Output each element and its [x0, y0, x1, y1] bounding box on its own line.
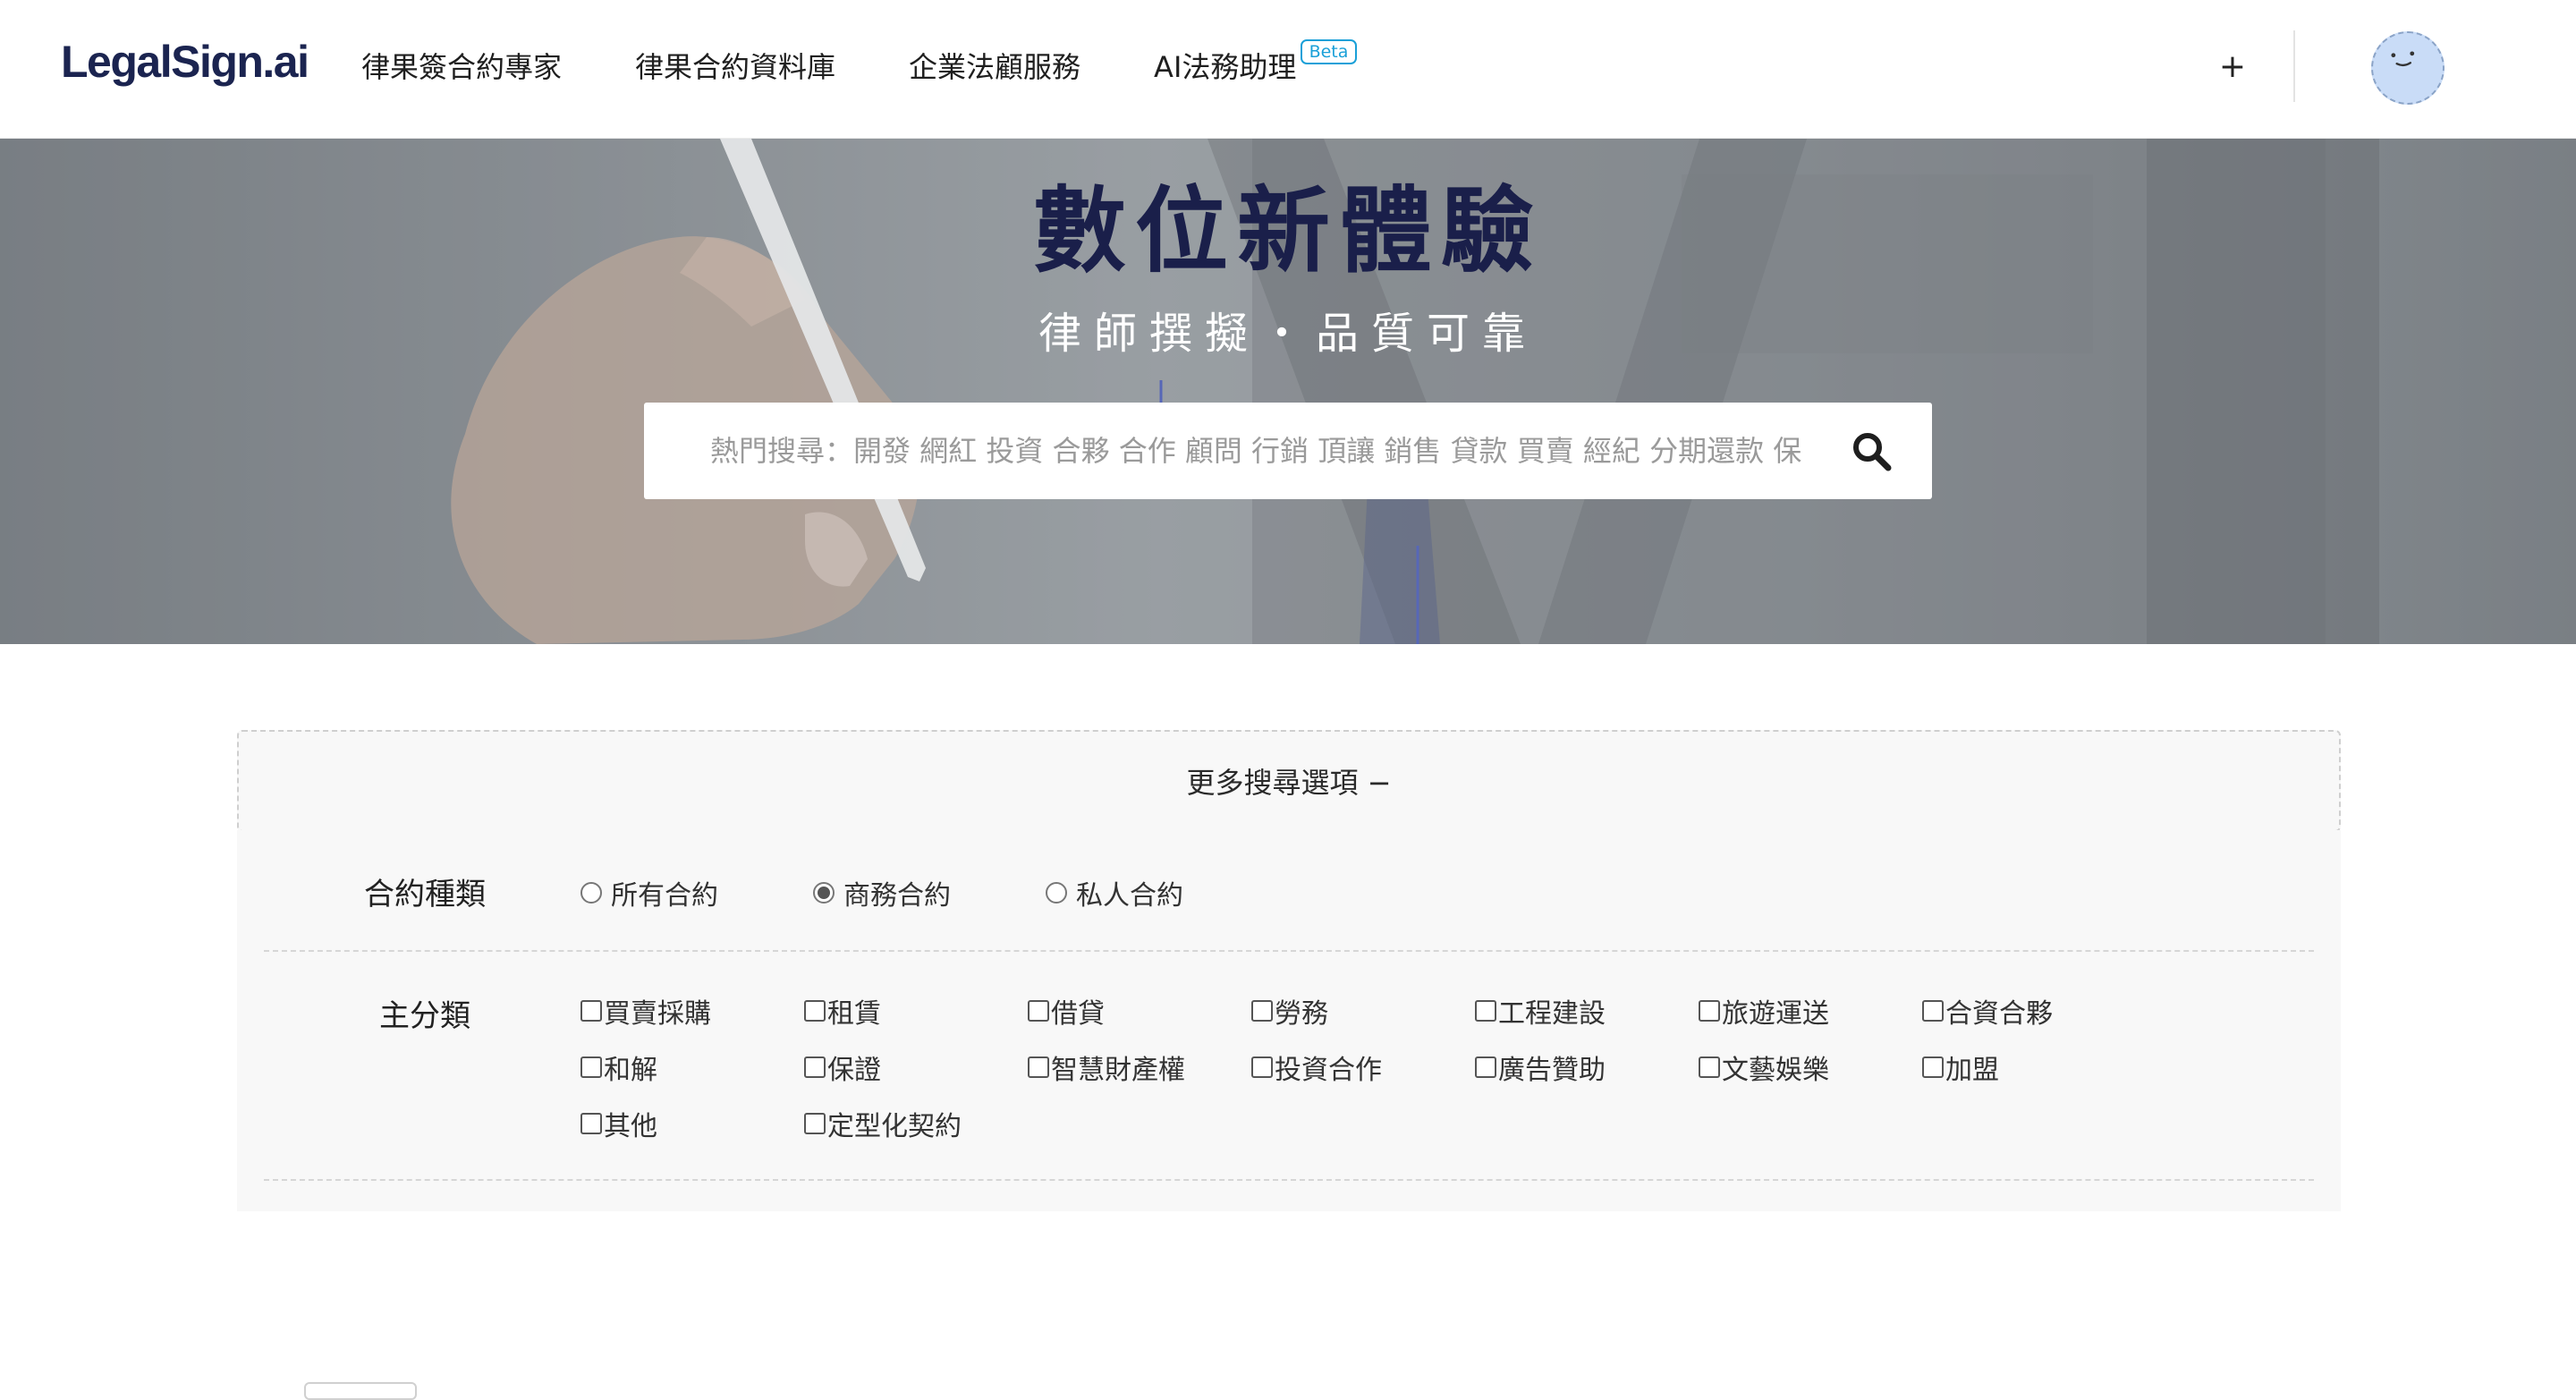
checkbox[interactable] [804, 1000, 826, 1022]
checkbox-label: 文藝娛樂 [1722, 1055, 1829, 1086]
checkbox-label: 合資合夥 [1945, 998, 2053, 1030]
checkbox[interactable] [804, 1113, 826, 1134]
logo[interactable]: LegalSign.ai [61, 36, 309, 88]
radio-all-contracts[interactable]: 所有合約 [580, 873, 718, 912]
contract-type-label: 合約種類 [364, 877, 486, 912]
top-header: LegalSign.ai 律果簽合約專家 律果合約資料庫 企業法顧服務 AI法務… [0, 0, 2576, 139]
main-category-label: 主分類 [379, 998, 470, 1034]
search-bar [644, 403, 1932, 499]
nav-ai-assistant[interactable]: AI法務助理 Beta [1154, 39, 1358, 86]
checkbox-category[interactable]: 加盟 [1922, 1048, 1999, 1087]
hero-title: 數位新體驗 [1032, 176, 1543, 285]
checkbox-category[interactable]: 借貸 [1028, 991, 1105, 1031]
checkbox-label: 借貸 [1051, 998, 1105, 1030]
checkbox-category[interactable]: 文藝娛樂 [1699, 1048, 1829, 1087]
checkbox-label: 保證 [827, 1055, 881, 1086]
partial-card [304, 1382, 417, 1400]
checkbox-category[interactable]: 勞務 [1251, 991, 1328, 1031]
checkbox-label: 定型化契約 [827, 1111, 962, 1142]
radio-button[interactable] [813, 882, 835, 904]
hero-banner: 數位新體驗 律師撰擬・品質可靠 [0, 139, 2576, 644]
checkbox-label: 加盟 [1945, 1055, 1999, 1086]
main-category-row: 主分類 買賣採購 租賃 借貸 勞務 工程建設 旅遊運送 合資合夥 和解 保證 智… [264, 952, 2314, 1181]
nav-contract-database[interactable]: 律果合約資料庫 [635, 45, 835, 86]
contract-type-row: 合約種類 所有合約 商務合約 私人合約 [264, 830, 2314, 952]
checkbox-category[interactable]: 和解 [580, 1048, 657, 1087]
radio-label: 所有合約 [611, 880, 718, 912]
radio-label: 私人合約 [1076, 880, 1183, 912]
checkbox-category[interactable]: 工程建設 [1475, 991, 1606, 1031]
avatar[interactable] [2371, 31, 2445, 105]
add-button[interactable]: + [2215, 45, 2250, 89]
checkbox-category[interactable]: 租賃 [804, 991, 881, 1031]
radio-label: 商務合約 [843, 880, 951, 912]
main-nav: 律果簽合約專家 律果合約資料庫 企業法顧服務 AI法務助理 Beta [361, 39, 1358, 86]
checkbox-label: 租賃 [827, 998, 881, 1030]
smiley-face-icon [2391, 51, 2415, 67]
checkbox-category[interactable]: 旅遊運送 [1699, 991, 1829, 1031]
checkbox[interactable] [580, 1056, 602, 1078]
checkbox-category[interactable]: 智慧財產權 [1028, 1048, 1185, 1087]
radio-button[interactable] [1046, 882, 1067, 904]
checkbox-label: 旅遊運送 [1722, 998, 1829, 1030]
checkbox[interactable] [1475, 1000, 1496, 1022]
checkbox[interactable] [1251, 1000, 1273, 1022]
checkbox-label: 買賣採購 [604, 998, 711, 1030]
checkbox-category[interactable]: 投資合作 [1251, 1048, 1382, 1087]
checkbox-label: 投資合作 [1275, 1055, 1382, 1086]
beta-badge: Beta [1300, 39, 1358, 64]
checkbox-category[interactable]: 保證 [804, 1048, 881, 1087]
nav-contract-expert[interactable]: 律果簽合約專家 [361, 45, 562, 86]
checkbox[interactable] [1699, 1000, 1720, 1022]
nav-legal-advisor[interactable]: 企業法顧服務 [909, 45, 1080, 86]
header-divider [2293, 30, 2295, 102]
search-button[interactable] [1850, 429, 1894, 474]
checkbox[interactable] [804, 1056, 826, 1078]
checkbox-label: 智慧財產權 [1051, 1055, 1185, 1086]
checkbox[interactable] [1028, 1000, 1049, 1022]
checkbox[interactable] [580, 1000, 602, 1022]
checkbox-label: 勞務 [1275, 998, 1328, 1030]
checkbox-category[interactable]: 合資合夥 [1922, 991, 2053, 1031]
checkbox-category[interactable]: 其他 [580, 1104, 657, 1143]
checkbox[interactable] [1251, 1056, 1273, 1078]
checkbox-label: 廣告贊助 [1498, 1055, 1606, 1086]
nav-ai-assistant-label: AI法務助理 [1154, 50, 1297, 84]
checkbox-category[interactable]: 廣告贊助 [1475, 1048, 1606, 1087]
radio-business-contracts[interactable]: 商務合約 [813, 873, 951, 912]
filter-panel: 合約種類 所有合約 商務合約 私人合約 主分類 買賣採購 租賃 借貸 勞務 工程… [237, 830, 2341, 1211]
checkbox-label: 和解 [604, 1055, 657, 1086]
checkbox[interactable] [1475, 1056, 1496, 1078]
checkbox-label: 工程建設 [1498, 998, 1606, 1030]
checkbox[interactable] [1922, 1000, 1944, 1022]
checkbox-category[interactable]: 買賣採購 [580, 991, 711, 1031]
checkbox[interactable] [580, 1113, 602, 1134]
checkbox-category[interactable]: 定型化契約 [804, 1104, 962, 1143]
checkbox[interactable] [1922, 1056, 1944, 1078]
radio-private-contracts[interactable]: 私人合約 [1046, 873, 1183, 912]
radio-button[interactable] [580, 882, 602, 904]
checkbox[interactable] [1028, 1056, 1049, 1078]
hero-subtitle: 律師撰擬・品質可靠 [1038, 309, 1538, 359]
more-search-options-toggle[interactable]: 更多搜尋選項 − [237, 730, 2341, 832]
checkbox[interactable] [1699, 1056, 1720, 1078]
search-icon [1853, 433, 1892, 471]
search-input[interactable] [710, 424, 1801, 478]
checkbox-label: 其他 [604, 1111, 657, 1142]
